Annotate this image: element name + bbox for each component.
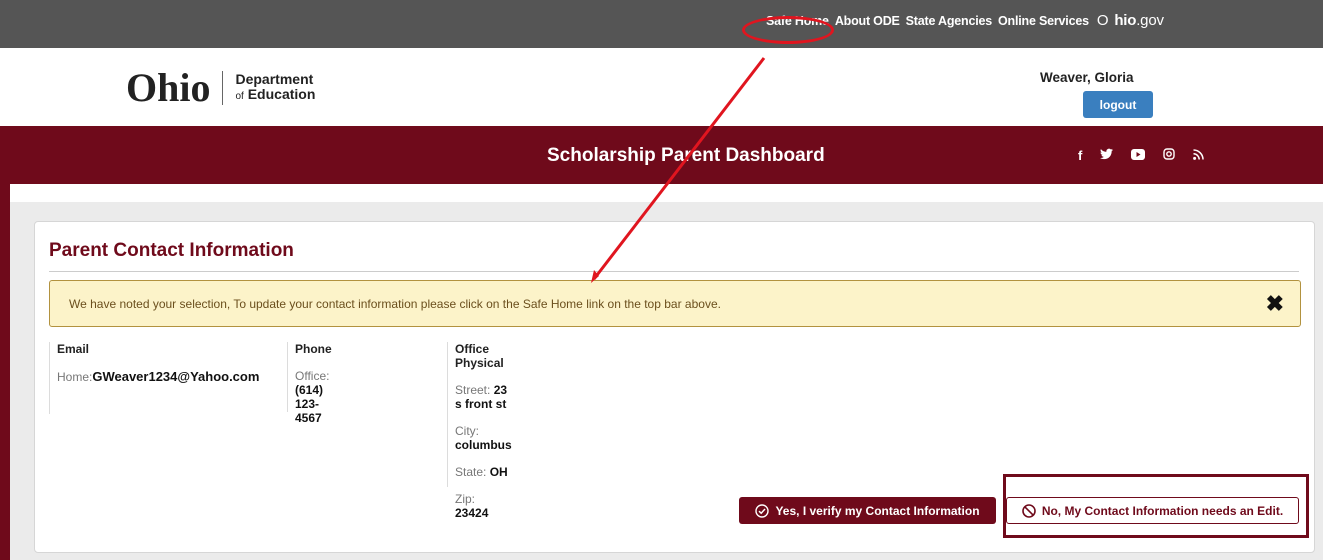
annotation-arrow bbox=[590, 57, 766, 284]
